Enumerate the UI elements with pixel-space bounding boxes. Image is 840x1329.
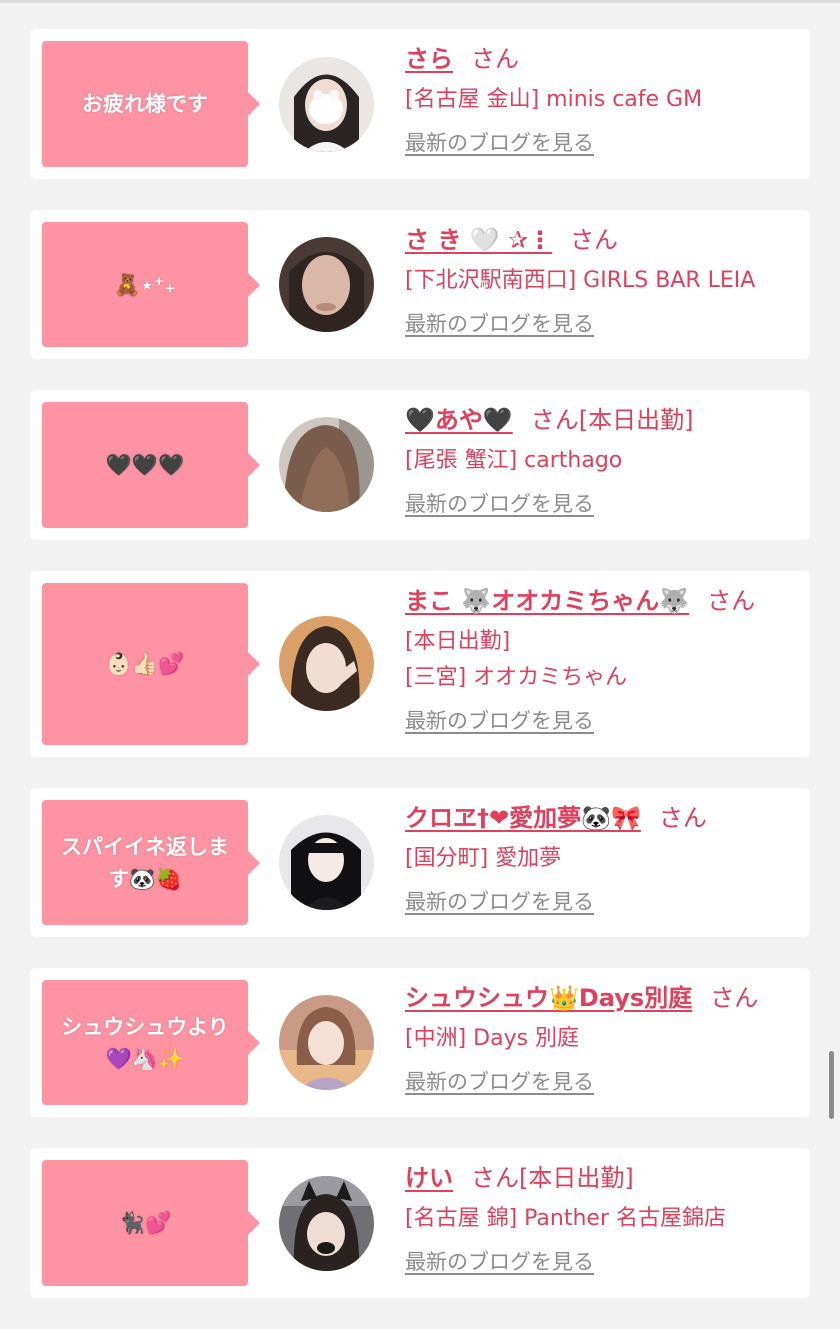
shop-name: [下北沢駅南西口] GIRLS BAR LEIA bbox=[405, 268, 756, 293]
message-bubble: お疲れ様です bbox=[42, 41, 260, 167]
name-line: シュウシュウ👑Days別庭 さん bbox=[405, 982, 800, 1014]
honorific: さん bbox=[707, 587, 756, 615]
cast-name-link[interactable]: まこ 🐺オオカミちゃん🐺 bbox=[405, 587, 689, 615]
avatar[interactable] bbox=[279, 237, 374, 332]
shop-name: [三宮] オオカミちゃん bbox=[405, 665, 628, 690]
message-bubble: 🧸⋆⁺₊ bbox=[42, 222, 260, 347]
shop-name: [尾張 蟹江] carthago bbox=[405, 448, 623, 473]
cast-name-link[interactable]: 🖤あや🖤 bbox=[405, 406, 513, 434]
avatar[interactable] bbox=[279, 815, 374, 910]
latest-blog-link[interactable]: 最新のブログを見る bbox=[405, 707, 594, 735]
cast-name-link[interactable]: さ き 🤍 ✰⋮ bbox=[405, 226, 552, 254]
latest-blog-link[interactable]: 最新のブログを見る bbox=[405, 129, 594, 157]
cast-card: 🧸⋆⁺₊ さ き 🤍 ✰⋮ さん [下北沢駅南西口] GIRLS BAR LEIA… bbox=[30, 210, 810, 359]
cast-name-link[interactable]: けい bbox=[405, 1164, 453, 1192]
name-line: クロヱ†❤愛加夢🐼🎀 さん bbox=[405, 802, 800, 834]
message-text: 🐈‍⬛💕 bbox=[118, 1211, 172, 1235]
top-divider bbox=[0, 0, 840, 3]
name-line: 🖤あや🖤 さん[本日出勤] bbox=[405, 404, 800, 436]
cast-card: 👶🏻👍🏻💕 まこ 🐺オオカミちゃん🐺 さん [本日出勤] [三宮] オオカミちゃん… bbox=[30, 571, 810, 757]
honorific: さん bbox=[471, 1164, 519, 1192]
avatar[interactable] bbox=[279, 417, 374, 512]
avatar[interactable] bbox=[279, 616, 374, 711]
cast-list: お疲れ様です さら さん [名古屋 金山] minis cafe GM 最新のブロ… bbox=[30, 29, 810, 1329]
honorific: さん bbox=[570, 226, 619, 254]
cast-info: クロヱ†❤愛加夢🐼🎀 さん [国分町] 愛加夢 最新のブログを見る bbox=[405, 802, 800, 916]
avatar[interactable] bbox=[279, 1176, 374, 1271]
cast-card: 🐈‍⬛💕 けい さん[本日出勤] [名古屋 錦] Panther 名古屋錦店 最新… bbox=[30, 1148, 810, 1298]
latest-blog-link[interactable]: 最新のブログを見る bbox=[405, 1248, 594, 1276]
name-line: さら さん bbox=[405, 43, 800, 75]
working-today-tag: [本日出勤] bbox=[578, 406, 694, 434]
shop-name: [国分町] 愛加夢 bbox=[405, 846, 562, 871]
name-line: まこ 🐺オオカミちゃん🐺 さん bbox=[405, 585, 800, 617]
message-text: お疲れ様です bbox=[82, 92, 208, 116]
cast-info: さら さん [名古屋 金山] minis cafe GM 最新のブログを見る bbox=[405, 43, 800, 157]
shop-name: [中洲] Days 別庭 bbox=[405, 1026, 580, 1051]
message-bubble: 🐈‍⬛💕 bbox=[42, 1160, 260, 1286]
working-today-tag: [本日出勤] bbox=[519, 1164, 634, 1192]
cast-name-link[interactable]: クロヱ†❤愛加夢🐼🎀 bbox=[405, 804, 641, 832]
message-text: 🖤🖤🖤 bbox=[105, 453, 185, 477]
latest-blog-link[interactable]: 最新のブログを見る bbox=[405, 1068, 594, 1096]
cast-name-link[interactable]: さら bbox=[405, 45, 453, 73]
name-line: けい さん[本日出勤] bbox=[405, 1162, 800, 1194]
cast-name-link[interactable]: シュウシュウ👑Days別庭 bbox=[405, 984, 692, 1012]
cast-card: シュウシュウより💜🦄✨ シュウシュウ👑Days別庭 さん [中洲] Days 別庭… bbox=[30, 968, 810, 1117]
honorific: さん bbox=[710, 984, 759, 1012]
message-text: 👶🏻👍🏻💕 bbox=[105, 652, 185, 676]
shop-name: [名古屋 金山] minis cafe GM bbox=[405, 87, 703, 112]
cast-info: 🖤あや🖤 さん[本日出勤] [尾張 蟹江] carthago 最新のブログを見る bbox=[405, 404, 800, 518]
honorific: さん bbox=[471, 45, 519, 73]
latest-blog-link[interactable]: 最新のブログを見る bbox=[405, 888, 594, 916]
honorific: さん bbox=[658, 804, 707, 832]
shop-name: [名古屋 錦] Panther 名古屋錦店 bbox=[405, 1206, 726, 1231]
message-bubble: シュウシュウより💜🦄✨ bbox=[42, 980, 260, 1105]
name-line: さ き 🤍 ✰⋮ さん bbox=[405, 224, 800, 256]
message-text: 🧸⋆⁺₊ bbox=[114, 272, 176, 297]
latest-blog-link[interactable]: 最新のブログを見る bbox=[405, 310, 594, 338]
message-bubble: 🖤🖤🖤 bbox=[42, 402, 260, 528]
message-text: シュウシュウより💜🦄✨ bbox=[61, 1014, 229, 1071]
latest-blog-link[interactable]: 最新のブログを見る bbox=[405, 490, 594, 518]
message-bubble: スパイイネ返します🐼🍓 bbox=[42, 800, 260, 925]
cast-card: スパイイネ返します🐼🍓 クロヱ†❤愛加夢🐼🎀 さん [国分町] 愛加夢 最新のブロ… bbox=[30, 788, 810, 937]
cast-info: まこ 🐺オオカミちゃん🐺 さん [本日出勤] [三宮] オオカミちゃん 最新のブロ… bbox=[405, 585, 800, 735]
honorific: さん bbox=[530, 406, 579, 434]
message-text: スパイイネ返します🐼🍓 bbox=[61, 834, 229, 891]
cast-card: お疲れ様です さら さん [名古屋 金山] minis cafe GM 最新のブロ… bbox=[30, 29, 810, 179]
avatar[interactable] bbox=[279, 57, 374, 152]
cast-info: けい さん[本日出勤] [名古屋 錦] Panther 名古屋錦店 最新のブログを… bbox=[405, 1162, 800, 1276]
scrollbar-thumb[interactable] bbox=[829, 1051, 834, 1119]
cast-info: さ き 🤍 ✰⋮ さん [下北沢駅南西口] GIRLS BAR LEIA 最新のブ… bbox=[405, 224, 800, 338]
avatar[interactable] bbox=[279, 995, 374, 1090]
working-today-tag: [本日出勤] bbox=[405, 629, 511, 654]
message-bubble: 👶🏻👍🏻💕 bbox=[42, 583, 260, 745]
cast-info: シュウシュウ👑Days別庭 さん [中洲] Days 別庭 最新のブログを見る bbox=[405, 982, 800, 1096]
cast-card: 🖤🖤🖤 🖤あや🖤 さん[本日出勤] [尾張 蟹江] carthago 最新のブログ… bbox=[30, 390, 810, 540]
